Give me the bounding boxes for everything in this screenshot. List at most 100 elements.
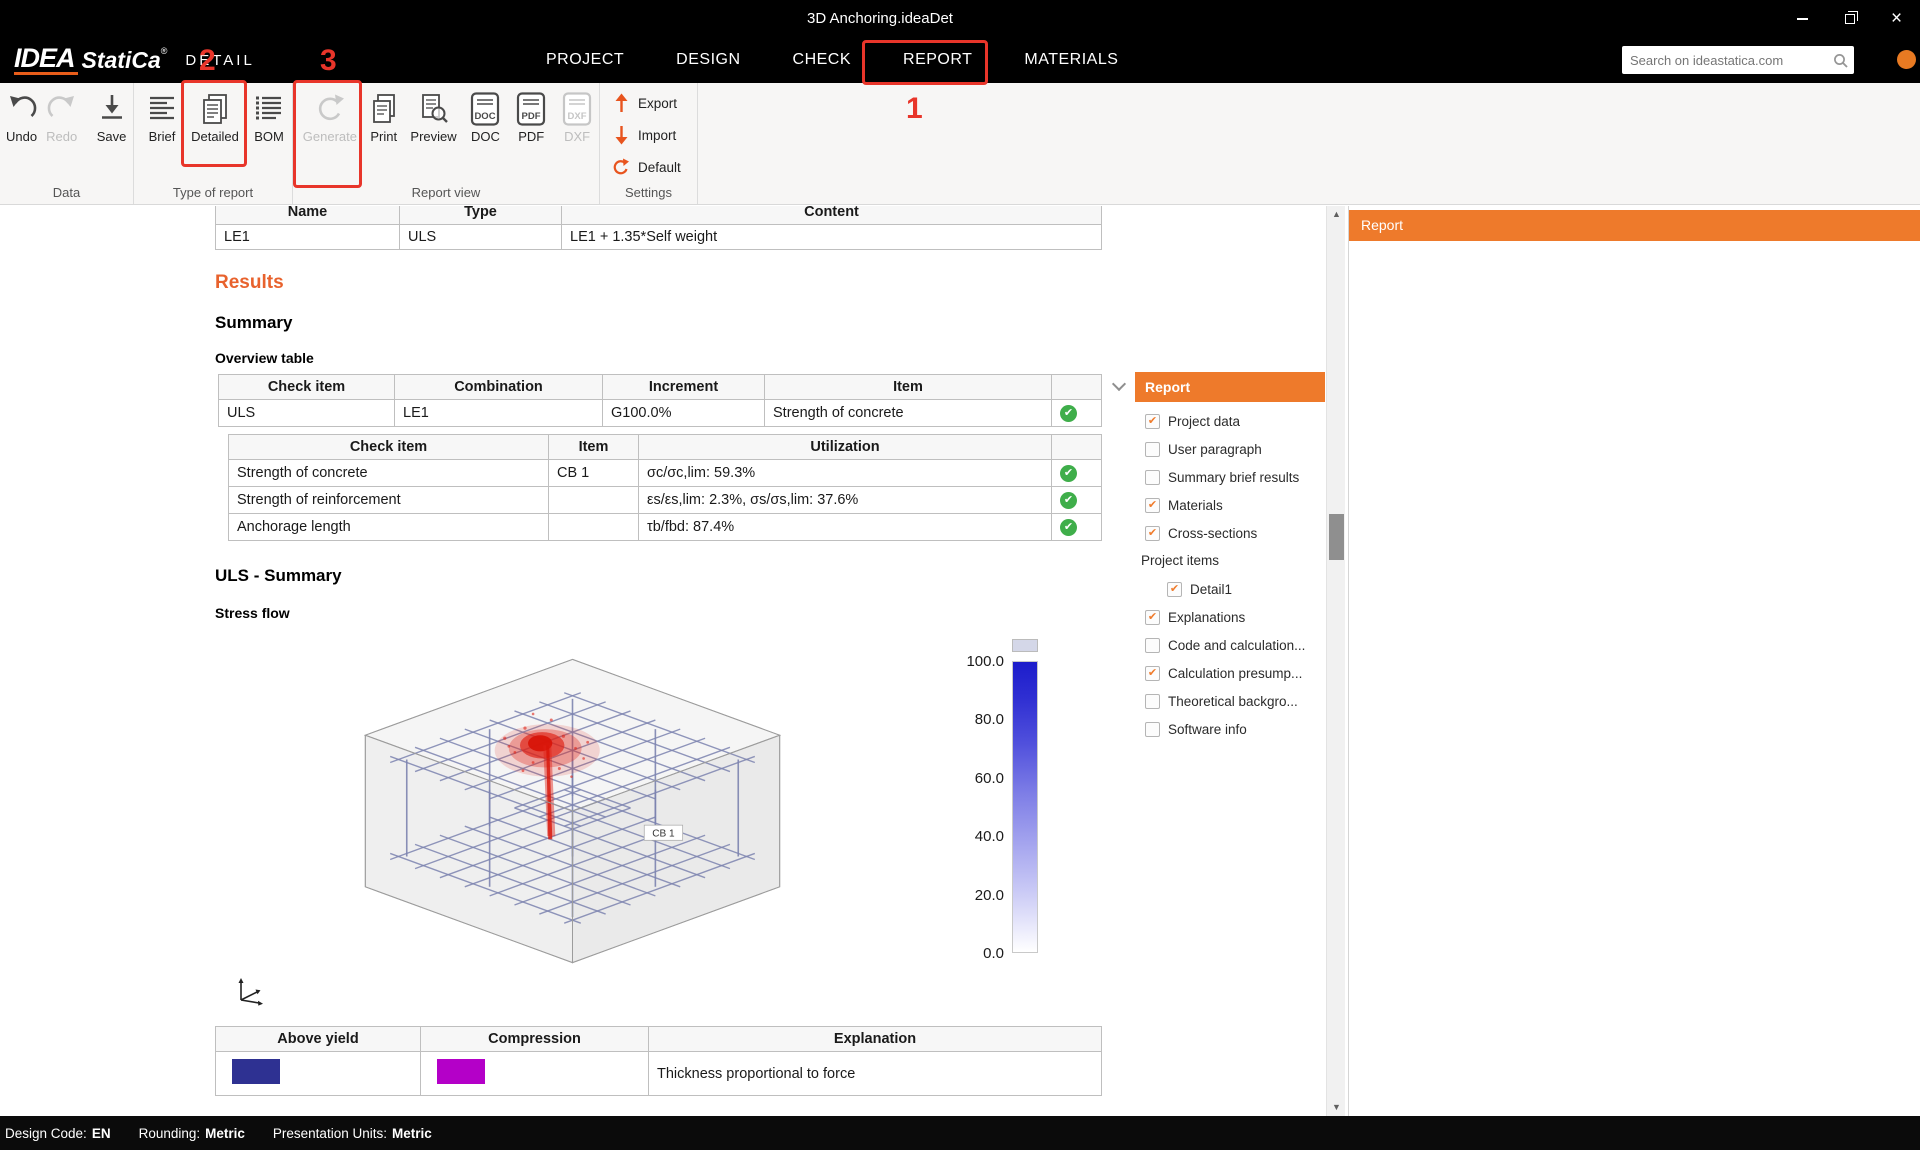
preview-label: Preview [410,129,456,144]
checkbox[interactable]: ✔ [1145,694,1160,709]
menu-item-report[interactable]: REPORT [877,37,998,83]
tree-item-label: Cross-sections [1168,526,1257,541]
default-settings-button[interactable]: Default [612,157,697,177]
table-row: Strength of reinforcement εs/εs,lim: 2.3… [229,487,1102,514]
preview-button[interactable]: Preview [405,92,463,144]
group-label-settings: Settings [600,185,697,200]
save-button[interactable]: Save [90,92,133,144]
tree-group-project-items: Project items [1135,547,1325,575]
cell-type: ULS [400,225,562,250]
cell-check-item: Strength of reinforcement [229,487,549,514]
export-doc-button[interactable]: DOC DOC [463,92,507,144]
checkbox[interactable]: ✔ [1145,722,1160,737]
tree-item-user-paragraph[interactable]: ✔ User paragraph [1135,435,1325,463]
search-box[interactable] [1622,46,1854,74]
stress-color-scale [1012,661,1038,953]
checkbox[interactable]: ✔ [1145,610,1160,625]
document-scrollbar[interactable]: ▲ ▼ [1326,206,1345,1116]
tree-item-project-data[interactable]: ✔ Project data [1135,407,1325,435]
tree-item-cross-sections[interactable]: ✔ Cross-sections [1135,519,1325,547]
col-header-compression: Compression [421,1027,649,1052]
tree-item-explanations[interactable]: ✔ Explanations [1135,603,1325,631]
export-dxf-button[interactable]: DXF DXF [555,92,599,144]
menu-item-design[interactable]: DESIGN [650,37,766,83]
checkbox[interactable]: ✔ [1145,638,1160,653]
checkbox[interactable]: ✔ [1145,442,1160,457]
detailed-button[interactable]: Detailed [185,92,245,144]
generate-button[interactable]: Generate [297,92,363,144]
close-button[interactable]: × [1873,0,1920,37]
cell-status: ✔ [1052,400,1102,427]
cell-content: LE1 + 1.35*Self weight [562,225,1102,250]
scale-header-box [1012,639,1038,652]
checkbox[interactable]: ✔ [1145,498,1160,513]
status-presentation-units[interactable]: Presentation Units: Metric [273,1126,432,1141]
dxf-file-icon: DXF [562,92,592,126]
undo-button[interactable]: Undo [2,92,41,144]
check-icon: ✔ [1170,584,1179,595]
rounding-label: Rounding: [139,1126,201,1141]
app-window: 3D Anchoring.ideaDet × IDEA StatiCa ® DE… [0,0,1920,1150]
restore-button[interactable] [1826,0,1873,37]
tree-item-summary-brief-results[interactable]: ✔ Summary brief results [1135,463,1325,491]
cell-compression [421,1052,649,1096]
table-row: Anchorage length τb/fbd: 87.4% ✔ [229,514,1102,541]
detailed-report-icon [198,92,232,126]
brief-button[interactable]: Brief [140,92,184,144]
table-row: Strength of concrete CB 1 σc/σc,lim: 59.… [229,460,1102,487]
col-header-name: Name [216,206,400,225]
export-label: Export [638,96,677,111]
cell-above-yield [216,1052,421,1096]
group-label-type-of-report: Type of report [134,185,292,200]
scroll-down-arrow[interactable]: ▼ [1327,1099,1346,1116]
stress-flow-3d-view[interactable]: CB 1 [335,646,810,976]
tree-item-calculation-presumptions[interactable]: ✔ Calculation presump... [1135,659,1325,687]
export-pdf-button[interactable]: PDF PDF [508,92,554,144]
menu-item-check[interactable]: CHECK [767,37,878,83]
print-icon [367,92,401,126]
search-input[interactable] [1622,53,1833,68]
scroll-up-arrow[interactable]: ▲ [1327,206,1346,223]
menu-item-materials[interactable]: MATERIALS [998,37,1144,83]
ribbon-separator [697,83,698,204]
generate-label: Generate [303,129,357,144]
tree-item-detail1[interactable]: ✔ Detail1 [1135,575,1325,603]
redo-button[interactable]: Redo [42,92,81,144]
export-settings-button[interactable]: Export [612,93,697,113]
minimize-button[interactable] [1779,0,1826,37]
table-header-row: Check item Combination Increment Item [219,375,1102,400]
bom-button[interactable]: BOM [246,92,292,144]
report-preview-panel: Report [1349,206,1920,1116]
import-settings-button[interactable]: Import [612,125,697,145]
checkbox[interactable]: ✔ [1145,666,1160,681]
tree-collapse-chevron-icon[interactable] [1113,379,1125,391]
checkbox[interactable]: ✔ [1167,582,1182,597]
tree-item-label: Software info [1168,722,1247,737]
scrollbar-thumb[interactable] [1329,514,1344,560]
checkbox[interactable]: ✔ [1145,470,1160,485]
menu-item-project[interactable]: PROJECT [520,37,650,83]
menu-bar: IDEA StatiCa ® DETAIL PROJECT DESIGN CHE… [0,37,1920,83]
cell-explanation: Thickness proportional to force [649,1052,1102,1096]
tree-items: ✔ Project data ✔ User paragraph ✔ Summar… [1135,402,1325,743]
svg-text:PDF: PDF [522,111,541,122]
col-header-check-item: Check item [219,375,395,400]
checkbox[interactable]: ✔ [1145,414,1160,429]
checkbox[interactable]: ✔ [1145,526,1160,541]
utilization-table: Check item Item Utilization Strength of … [228,434,1102,541]
tree-item-theoretical-background[interactable]: ✔ Theoretical backgro... [1135,687,1325,715]
notification-icon[interactable] [1897,50,1916,69]
workspace: Name Type Content LE1 ULS LE1 + 1.35*Sel… [0,206,1920,1116]
print-button[interactable]: Print [364,92,404,144]
tree-item-label: Detail1 [1190,582,1232,597]
tree-panel-header: Report [1135,372,1325,402]
check-icon: ✔ [1148,668,1157,679]
title-bar: 3D Anchoring.ideaDet × [0,0,1920,37]
status-design-code[interactable]: Design Code: EN [5,1126,111,1141]
tree-item-code-and-calculation[interactable]: ✔ Code and calculation... [1135,631,1325,659]
tree-item-software-info[interactable]: ✔ Software info [1135,715,1325,743]
status-rounding[interactable]: Rounding: Metric [139,1126,245,1141]
doc-label: DOC [471,129,500,144]
tree-item-materials[interactable]: ✔ Materials [1135,491,1325,519]
tree-item-label: Project data [1168,414,1240,429]
